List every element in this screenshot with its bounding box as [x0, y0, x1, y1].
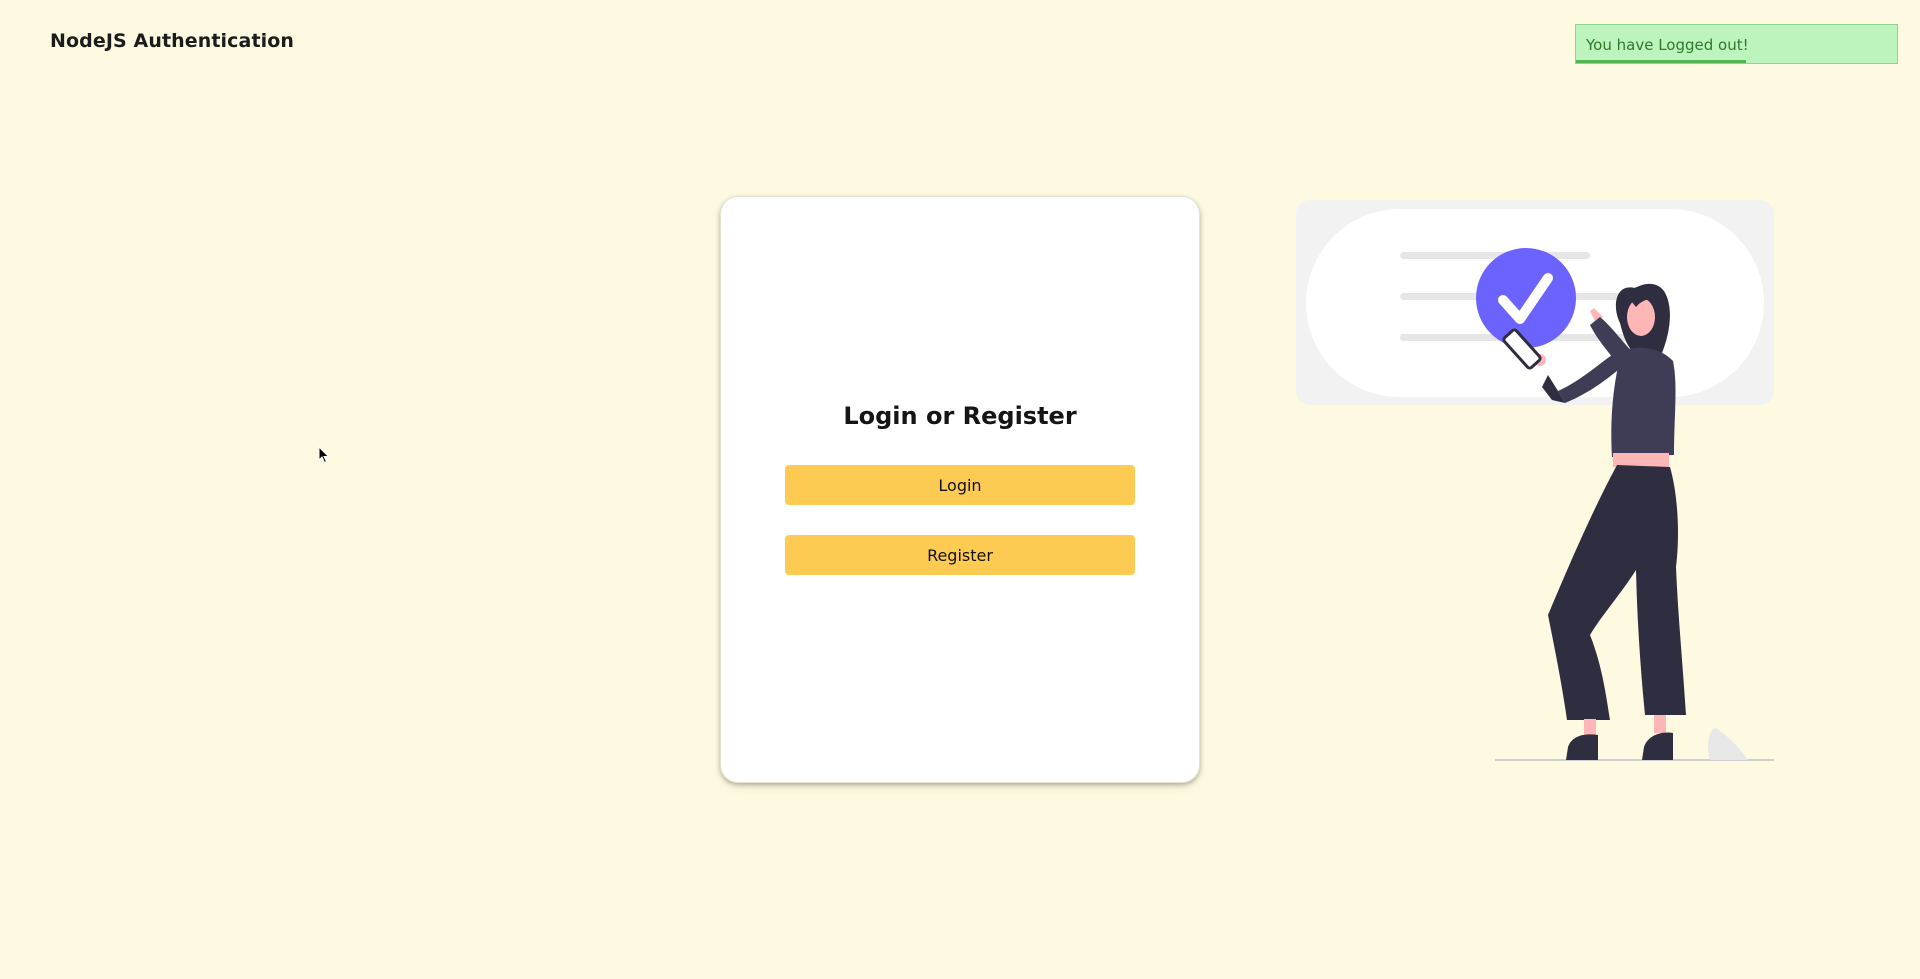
plant-shape — [1707, 728, 1748, 760]
app-brand-title: NodeJS Authentication — [50, 30, 295, 52]
check-circle-icon — [1476, 248, 1576, 348]
toast-message: You have Logged out! — [1586, 36, 1749, 54]
mouse-cursor-icon — [318, 446, 330, 464]
auth-card-title: Login or Register — [843, 402, 1077, 430]
logout-toast[interactable]: You have Logged out! — [1575, 24, 1898, 64]
login-button[interactable]: Login — [785, 465, 1135, 505]
authentication-illustration — [1296, 200, 1774, 761]
text-line-1 — [1400, 252, 1590, 259]
register-button[interactable]: Register — [785, 535, 1135, 575]
toast-progress-bar — [1576, 60, 1747, 63]
